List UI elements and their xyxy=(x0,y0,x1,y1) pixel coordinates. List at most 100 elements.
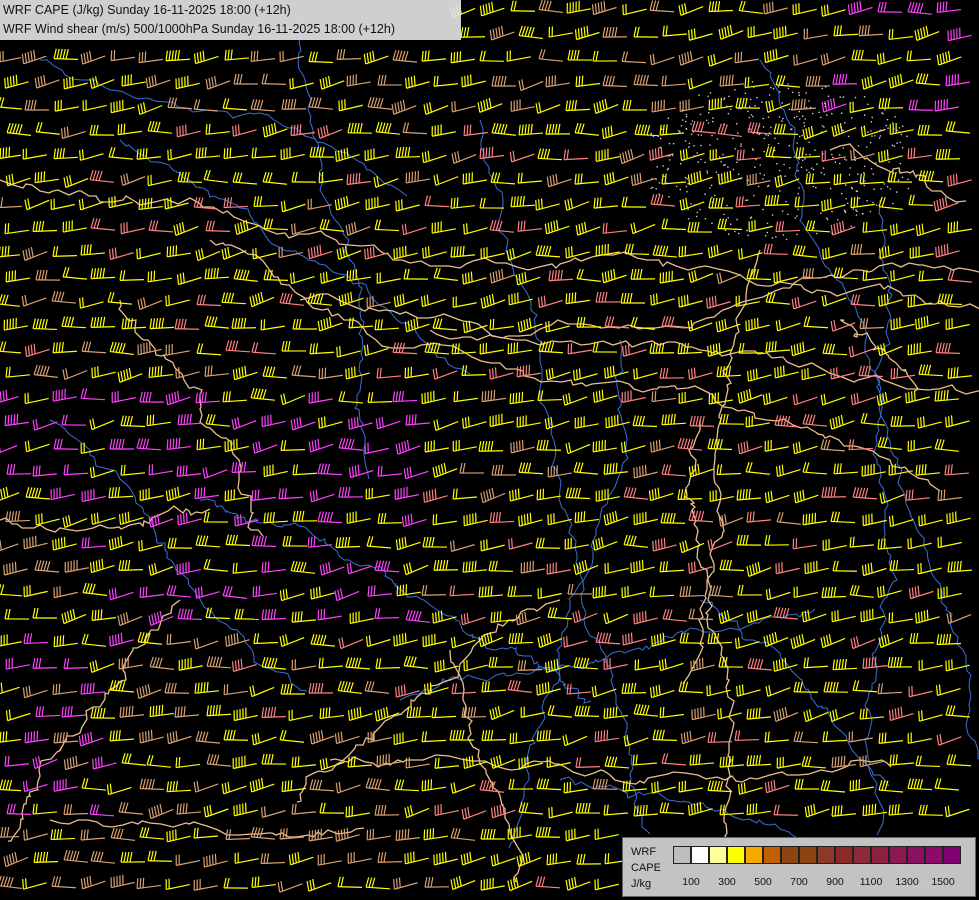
stipple-dot xyxy=(706,170,708,173)
stipple-dot xyxy=(783,163,785,166)
stipple-dot xyxy=(796,142,798,144)
stipple-dot xyxy=(655,178,657,180)
stipple-dot xyxy=(801,152,804,155)
stipple-dot xyxy=(652,135,655,138)
stipple-dot xyxy=(843,209,846,212)
stipple-dot xyxy=(775,236,777,238)
stipple-dot xyxy=(898,127,901,129)
stipple-dot xyxy=(739,178,742,180)
stipple-dot xyxy=(712,117,714,119)
stipple-dot xyxy=(717,174,719,176)
stipple-dot xyxy=(883,183,885,185)
stipple-dot xyxy=(793,156,796,158)
stipple-dot xyxy=(874,135,876,137)
stipple-dot xyxy=(690,123,692,125)
stipple-dot xyxy=(681,119,684,121)
stipple-dot xyxy=(822,160,825,162)
stipple-dot xyxy=(763,174,766,176)
stipple-dot xyxy=(681,109,684,111)
stipple-dot xyxy=(747,110,749,113)
stipple-dot xyxy=(684,140,687,142)
stipple-dot xyxy=(805,153,807,156)
stipple-dot xyxy=(797,208,799,211)
stipple-dot xyxy=(661,128,663,130)
stipple-dot xyxy=(867,131,869,133)
stipple-dot xyxy=(738,107,740,110)
stipple-dot xyxy=(844,158,846,160)
legend-swatch xyxy=(745,846,763,864)
stipple-dot xyxy=(768,94,771,96)
stipple-dot xyxy=(861,213,864,215)
stipple-dot xyxy=(700,134,703,136)
stipple-dot xyxy=(898,170,901,172)
legend-swatch xyxy=(817,846,835,864)
stipple-dot xyxy=(879,135,882,137)
stipple-dot xyxy=(823,173,826,176)
stipple-dot xyxy=(729,108,732,111)
stipple-dot xyxy=(798,187,800,189)
stipple-dot xyxy=(758,125,760,128)
stipple-dot xyxy=(796,215,798,217)
stipple-dot xyxy=(822,153,824,155)
stipple-dot xyxy=(789,156,792,159)
stipple-dot xyxy=(727,233,730,235)
legend-swatch xyxy=(889,846,907,864)
stipple-dot xyxy=(805,92,807,94)
stipple-dot xyxy=(736,161,738,163)
stipple-dot xyxy=(820,116,822,119)
stipple-dot xyxy=(732,137,734,140)
stipple-dot xyxy=(840,112,843,114)
stipple-dot xyxy=(745,98,748,101)
stipple-dot xyxy=(878,137,881,139)
stipple-dot xyxy=(765,134,767,136)
stipple-dot xyxy=(667,117,670,119)
stipple-dot xyxy=(805,169,808,172)
legend-tick: 100 xyxy=(682,876,700,888)
stipple-dot xyxy=(727,112,730,115)
legend-tick: 500 xyxy=(754,876,772,888)
stipple-dot xyxy=(821,125,824,127)
stipple-dot xyxy=(659,146,661,149)
stipple-dot xyxy=(667,155,669,157)
stipple-dot xyxy=(706,172,709,174)
stipple-dot xyxy=(849,167,851,169)
legend-swatch xyxy=(727,846,745,864)
stipple-dot xyxy=(746,199,749,201)
stipple-dot xyxy=(746,229,748,232)
stipple-dot xyxy=(699,113,702,116)
stipple-dot xyxy=(823,126,825,128)
stipple-dot xyxy=(875,162,877,164)
stipple-dot xyxy=(804,118,807,120)
stipple-dot xyxy=(705,119,708,122)
stipple-dot xyxy=(900,133,903,136)
stipple-dot xyxy=(772,156,775,159)
stipple-dot xyxy=(901,125,904,128)
stipple-dot xyxy=(870,167,873,170)
stipple-dot xyxy=(707,122,710,124)
stipple-dot xyxy=(778,83,780,85)
stipple-dot xyxy=(772,87,775,90)
stipple-dot xyxy=(887,127,889,129)
stipple-dot xyxy=(740,145,742,147)
stipple-dot xyxy=(759,172,761,175)
stipple-dot xyxy=(754,104,756,107)
stipple-dot xyxy=(857,173,859,175)
legend-swatch xyxy=(691,846,709,864)
legend-swatch xyxy=(907,846,925,864)
stipple-dot xyxy=(655,188,657,190)
stipple-dot xyxy=(855,214,858,216)
stipple-dot xyxy=(798,110,801,113)
stipple-dot xyxy=(668,196,670,198)
stipple-dot xyxy=(811,112,814,115)
stipple-dot xyxy=(888,179,891,182)
legend-swatch xyxy=(943,846,961,864)
stipple-dot xyxy=(809,106,812,109)
stipple-dot xyxy=(767,185,769,188)
stipple-dot xyxy=(791,128,793,130)
stipple-dot xyxy=(788,167,791,169)
stipple-dot xyxy=(840,192,843,195)
stipple-dot xyxy=(863,114,866,116)
stipple-dot xyxy=(704,193,706,195)
stipple-dot xyxy=(722,164,725,167)
stipple-dot xyxy=(793,116,796,119)
